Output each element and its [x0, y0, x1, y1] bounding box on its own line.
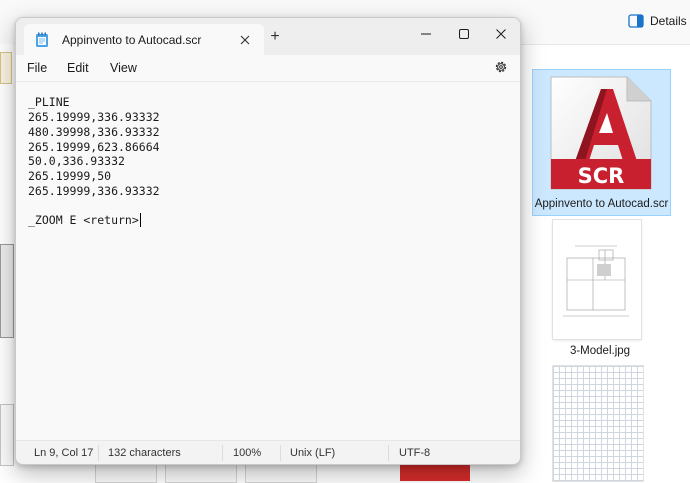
notepad-window: Appinvento to Autocad.scr + File Edit Vi…	[15, 17, 521, 465]
editor-line: _PLINE	[28, 95, 70, 109]
cursor-position: Ln 9, Col 17	[34, 447, 94, 459]
status-divider	[280, 445, 281, 461]
file-name-label: 3-Model.jpg	[569, 345, 631, 357]
editor-line: 265.19999,50	[28, 169, 112, 183]
details-pane-icon	[628, 14, 644, 28]
settings-gear-icon[interactable]	[494, 60, 508, 74]
tab-title: Appinvento to Autocad.scr	[62, 33, 202, 47]
new-tab-button[interactable]: +	[265, 27, 285, 47]
document-tab[interactable]: Appinvento to Autocad.scr	[24, 24, 264, 55]
details-label: Details	[650, 14, 687, 28]
floor-plan-thumbnail-icon	[563, 245, 629, 317]
minimize-icon	[421, 33, 431, 35]
line-ending[interactable]: Unix (LF)	[290, 447, 335, 459]
status-bar: Ln 9, Col 17 132 characters 100% Unix (L…	[16, 440, 520, 464]
file-thumbnail-partial[interactable]	[0, 244, 14, 338]
scr-icon-label: SCR	[577, 164, 625, 188]
editor-line: 265.19999,623.86664	[28, 140, 160, 154]
close-icon	[240, 35, 250, 45]
file-thumbnail-partial[interactable]	[165, 463, 237, 483]
editor-line: 265.19999,336.93332	[28, 110, 160, 124]
menu-file[interactable]: File	[27, 61, 47, 75]
menu-bar: File Edit View	[16, 55, 520, 82]
close-tab-button[interactable]	[235, 30, 255, 50]
editor-line: 480.39998,336.93332	[28, 125, 160, 139]
file-thumbnail-partial[interactable]	[0, 52, 12, 84]
file-tile-scr[interactable]: SCR Appinvento to Autocad.scr	[532, 69, 671, 216]
editor-line: 265.19999,336.93332	[28, 184, 160, 198]
editor-line-text: _ZOOM E <return>	[28, 213, 139, 227]
encoding[interactable]: UTF-8	[399, 447, 430, 459]
text-editor[interactable]: _PLINE 265.19999,336.93332 480.39998,336…	[16, 82, 520, 438]
file-name-label: Appinvento to Autocad.scr	[534, 198, 669, 210]
text-caret	[139, 213, 141, 227]
file-thumbnail-jpg[interactable]	[553, 220, 641, 339]
details-pane-button[interactable]: Details	[628, 14, 687, 28]
editor-line: 50.0,336.93332	[28, 154, 125, 168]
notepad-app-icon	[36, 32, 48, 47]
file-thumbnail-partial[interactable]	[245, 463, 317, 483]
status-divider	[98, 445, 99, 461]
file-thumbnail-grid-paper[interactable]	[553, 366, 643, 481]
file-thumbnail-partial[interactable]	[95, 463, 157, 483]
maximize-icon	[459, 29, 469, 39]
menu-edit[interactable]: Edit	[67, 61, 89, 75]
zoom-level[interactable]: 100%	[233, 447, 261, 459]
maximize-button[interactable]	[445, 18, 483, 50]
status-divider	[222, 445, 223, 461]
close-window-button[interactable]	[482, 18, 520, 50]
character-count: 132 characters	[108, 447, 181, 459]
close-icon	[496, 29, 506, 39]
menu-view[interactable]: View	[110, 61, 137, 75]
minimize-button[interactable]	[407, 18, 445, 50]
file-thumbnail-partial[interactable]	[0, 404, 14, 466]
editor-line-with-caret: _ZOOM E <return>	[28, 213, 141, 227]
title-bar[interactable]: Appinvento to Autocad.scr +	[16, 18, 520, 55]
file-thumbnail-partial[interactable]	[400, 463, 470, 481]
status-divider	[388, 445, 389, 461]
